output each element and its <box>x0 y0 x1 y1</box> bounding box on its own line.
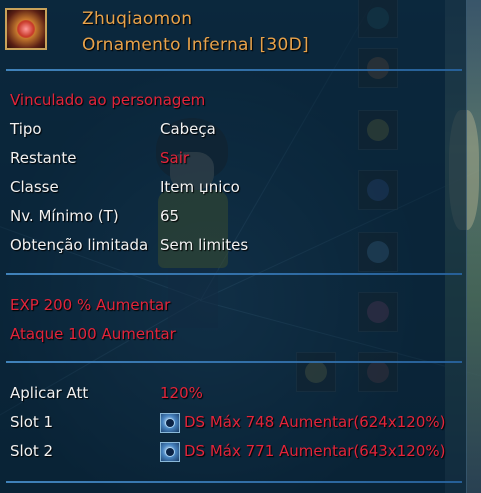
property-value: 65 <box>160 207 180 225</box>
separator <box>6 69 462 71</box>
slot-bonus: DS Máx 771 Aumentar(643x120%) <box>184 442 446 460</box>
property-label: Obtenção limitada <box>10 236 149 254</box>
separator <box>6 361 462 363</box>
binding-status: Vinculado ao personagem <box>10 91 206 109</box>
item-name: Zhuqiaomon <box>82 9 193 29</box>
property-value: Item џnico <box>160 178 240 196</box>
bonus-line: EXP 200 % Aumentar <box>10 296 171 314</box>
property-label: Classe <box>10 178 59 196</box>
slot-label: Slot 1 <box>10 413 54 431</box>
ds-orb-icon <box>160 442 180 462</box>
attribute-label: Aplicar Att <box>10 384 89 402</box>
infernal-ornament-icon <box>5 8 47 50</box>
separator <box>6 273 462 275</box>
property-value: Sair <box>160 149 190 167</box>
property-value: Sem limites <box>160 236 249 254</box>
ds-orb-icon <box>160 413 180 433</box>
item-tooltip: Zhuqiaomon Ornamento Infernal [30D] Vinc… <box>0 0 467 493</box>
item-type: Ornamento Infernal [30D] <box>82 35 309 55</box>
property-label: Tipo <box>10 120 42 138</box>
separator <box>6 481 462 483</box>
property-value: Cabeça <box>160 120 216 138</box>
slot-bonus: DS Máx 748 Aumentar(624x120%) <box>184 413 446 431</box>
property-label: Nv. Mínimo (T) <box>10 207 119 225</box>
property-label: Restante <box>10 149 77 167</box>
slot-label: Slot 2 <box>10 442 54 460</box>
bonus-line: Ataque 100 Aumentar <box>10 325 176 343</box>
attribute-value: 120% <box>160 384 203 402</box>
